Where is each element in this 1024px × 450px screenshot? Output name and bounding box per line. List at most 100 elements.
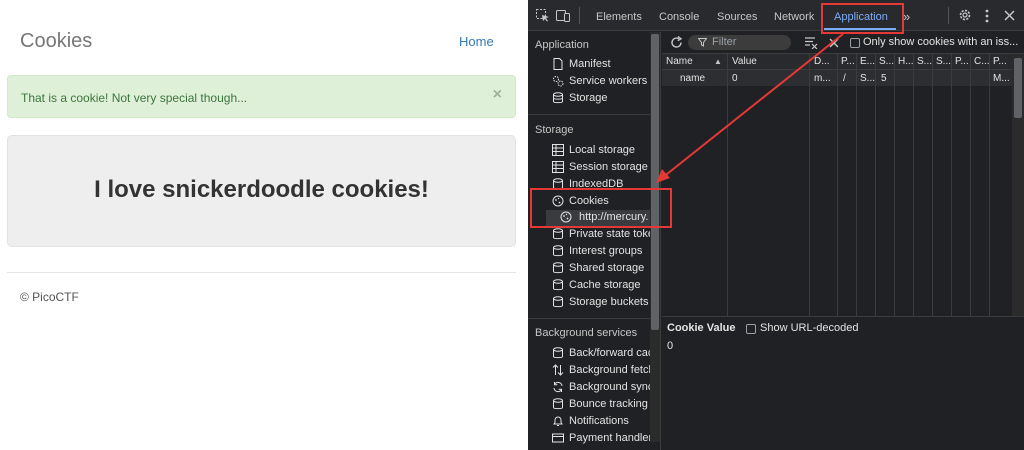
- sidebar-item-back-forward-cache[interactable]: Back/forward cac: [552, 346, 660, 362]
- column-header-partition-key[interactable]: P...: [955, 56, 969, 67]
- sync-icon: [553, 381, 563, 393]
- sidebar-item-label: Manifest: [569, 58, 611, 70]
- sidebar-item-session-storage[interactable]: ▶ Session storage: [552, 160, 660, 176]
- footer: © PicoCTF: [20, 290, 79, 304]
- cookies-view: Filter Only show cookies with an iss... …: [662, 32, 1024, 450]
- column-divider: [809, 54, 810, 316]
- cookie-value-title: Cookie Value: [667, 322, 736, 334]
- sidebar-item-service-workers[interactable]: Service workers: [552, 74, 660, 90]
- column-header-name[interactable]: Name: [666, 56, 693, 67]
- only-issues-label: Only show cookies with an iss...: [863, 36, 1019, 48]
- show-url-decoded-checkbox[interactable]: [746, 324, 756, 334]
- sidebar-item-label: Background sync: [569, 381, 654, 393]
- cookie-name-cell: name: [680, 73, 706, 84]
- refresh-icon[interactable]: [670, 36, 683, 49]
- sidebar-item-label: Notifications: [569, 415, 629, 427]
- column-header-domain[interactable]: D...: [814, 56, 830, 67]
- sidebar-item-label: Background fetch: [569, 364, 655, 376]
- cookie-value-text[interactable]: 0: [667, 340, 673, 352]
- sidebar-item-private-state-tokens[interactable]: Private state toke: [552, 227, 660, 243]
- sidebar-item-bounce-tracking[interactable]: Bounce tracking r: [552, 397, 660, 413]
- column-header-httponly[interactable]: H...: [898, 56, 914, 67]
- sidebar-item-background-fetch[interactable]: Background fetch: [552, 363, 660, 379]
- database-icon: [553, 398, 563, 410]
- column-header-value[interactable]: Value: [732, 56, 757, 67]
- filter-icon: [698, 38, 707, 47]
- sidebar-item-shared-storage[interactable]: ▶ Shared storage: [552, 261, 660, 277]
- cookie-domain-cell: m...: [814, 73, 831, 84]
- cookies-table: Name ▲ Value D... P... E... S... H... S.…: [662, 54, 1024, 316]
- cookie-priority-cell: M...: [993, 73, 1010, 84]
- more-tabs-icon[interactable]: »: [903, 9, 910, 24]
- column-divider: [837, 54, 838, 316]
- section-divider: [528, 114, 651, 115]
- column-header-path[interactable]: P...: [841, 56, 855, 67]
- alert-close-button[interactable]: ×: [493, 86, 502, 104]
- database-icon: [553, 296, 563, 308]
- tab-sources[interactable]: Sources: [717, 11, 757, 23]
- device-toolbar-icon[interactable]: [556, 9, 570, 22]
- card-icon: [552, 433, 564, 443]
- column-header-size[interactable]: S...: [879, 56, 894, 67]
- document-icon: [553, 58, 563, 70]
- sidebar-item-label: Payment handler: [569, 432, 653, 444]
- database-icon: [553, 228, 563, 240]
- close-icon[interactable]: [1004, 10, 1015, 21]
- sidebar-item-cache-storage[interactable]: Cache storage: [552, 278, 660, 294]
- home-link[interactable]: Home: [459, 34, 494, 49]
- section-divider: [528, 318, 651, 319]
- sidebar-scrollbar[interactable]: [650, 32, 660, 442]
- clear-filtered-cookies-icon[interactable]: [805, 37, 818, 49]
- column-header-priority[interactable]: P...: [993, 56, 1007, 67]
- sidebar-item-label: Private state toke: [569, 228, 654, 240]
- column-divider: [894, 54, 895, 316]
- gear-icon[interactable]: [958, 8, 972, 22]
- sidebar-item-manifest[interactable]: Manifest: [552, 57, 660, 73]
- sort-ascending-icon: ▲: [714, 57, 722, 66]
- sidebar-item-label: Bounce tracking r: [569, 398, 655, 410]
- tab-elements[interactable]: Elements: [596, 11, 642, 23]
- delete-selected-icon[interactable]: [829, 38, 839, 48]
- bell-icon: [553, 416, 563, 426]
- sidebar-item-notifications[interactable]: Notifications: [552, 414, 660, 430]
- column-divider: [989, 54, 990, 316]
- sidebar-item-storage[interactable]: Storage: [552, 91, 660, 107]
- column-header-secure[interactable]: S...: [917, 56, 932, 67]
- sidebar-item-local-storage[interactable]: ▶ Local storage: [552, 143, 660, 159]
- only-issues-checkbox[interactable]: [850, 38, 860, 48]
- column-divider: [727, 54, 728, 316]
- tab-network[interactable]: Network: [774, 11, 814, 23]
- divider: [7, 272, 516, 273]
- column-header-samesite[interactable]: S...: [936, 56, 951, 67]
- sidebar-scrollbar-thumb[interactable]: [651, 34, 659, 330]
- web-page: Cookies Home That is a cookie! Not very …: [0, 0, 528, 450]
- table-scrollbar-thumb[interactable]: [1014, 58, 1022, 118]
- section-background-services: Background services: [535, 327, 638, 339]
- sidebar-item-interest-groups[interactable]: Interest groups: [552, 244, 660, 260]
- headline: I love snickerdoodle cookies!: [94, 176, 429, 203]
- sidebar-item-payment-handler[interactable]: Payment handler: [552, 431, 660, 447]
- table-icon: [552, 144, 564, 156]
- sidebar-item-storage-buckets[interactable]: Storage buckets: [552, 295, 660, 311]
- gears-icon: [553, 76, 564, 87]
- filter-input[interactable]: Filter: [688, 35, 791, 50]
- kebab-menu-icon[interactable]: [985, 9, 989, 23]
- success-alert: That is a cookie! Not very special thoug…: [7, 75, 516, 118]
- cookie-path-cell: /: [843, 73, 846, 84]
- annotation-box-application-tab: [821, 3, 904, 34]
- tab-console[interactable]: Console: [659, 11, 699, 23]
- table-scrollbar[interactable]: [1012, 54, 1024, 316]
- sidebar-item-label: Local storage: [569, 144, 636, 156]
- application-sidebar: Application Manifest Service workers Sto…: [528, 32, 661, 450]
- cookie-size-cell: 5: [881, 73, 887, 84]
- arrows-up-down-icon: [552, 364, 564, 376]
- cookies-toolbar: Filter Only show cookies with an iss...: [662, 32, 1024, 54]
- inspect-element-icon[interactable]: [536, 9, 550, 22]
- column-divider: [875, 54, 876, 316]
- sidebar-item-label: Cache storage: [569, 279, 641, 291]
- column-header-cross-site[interactable]: C...: [974, 56, 990, 67]
- column-header-expires[interactable]: E...: [860, 56, 875, 67]
- sidebar-item-label: Interest groups: [569, 245, 643, 257]
- show-url-decoded-label: Show URL-decoded: [760, 322, 859, 334]
- sidebar-item-background-sync[interactable]: Background sync: [552, 380, 660, 396]
